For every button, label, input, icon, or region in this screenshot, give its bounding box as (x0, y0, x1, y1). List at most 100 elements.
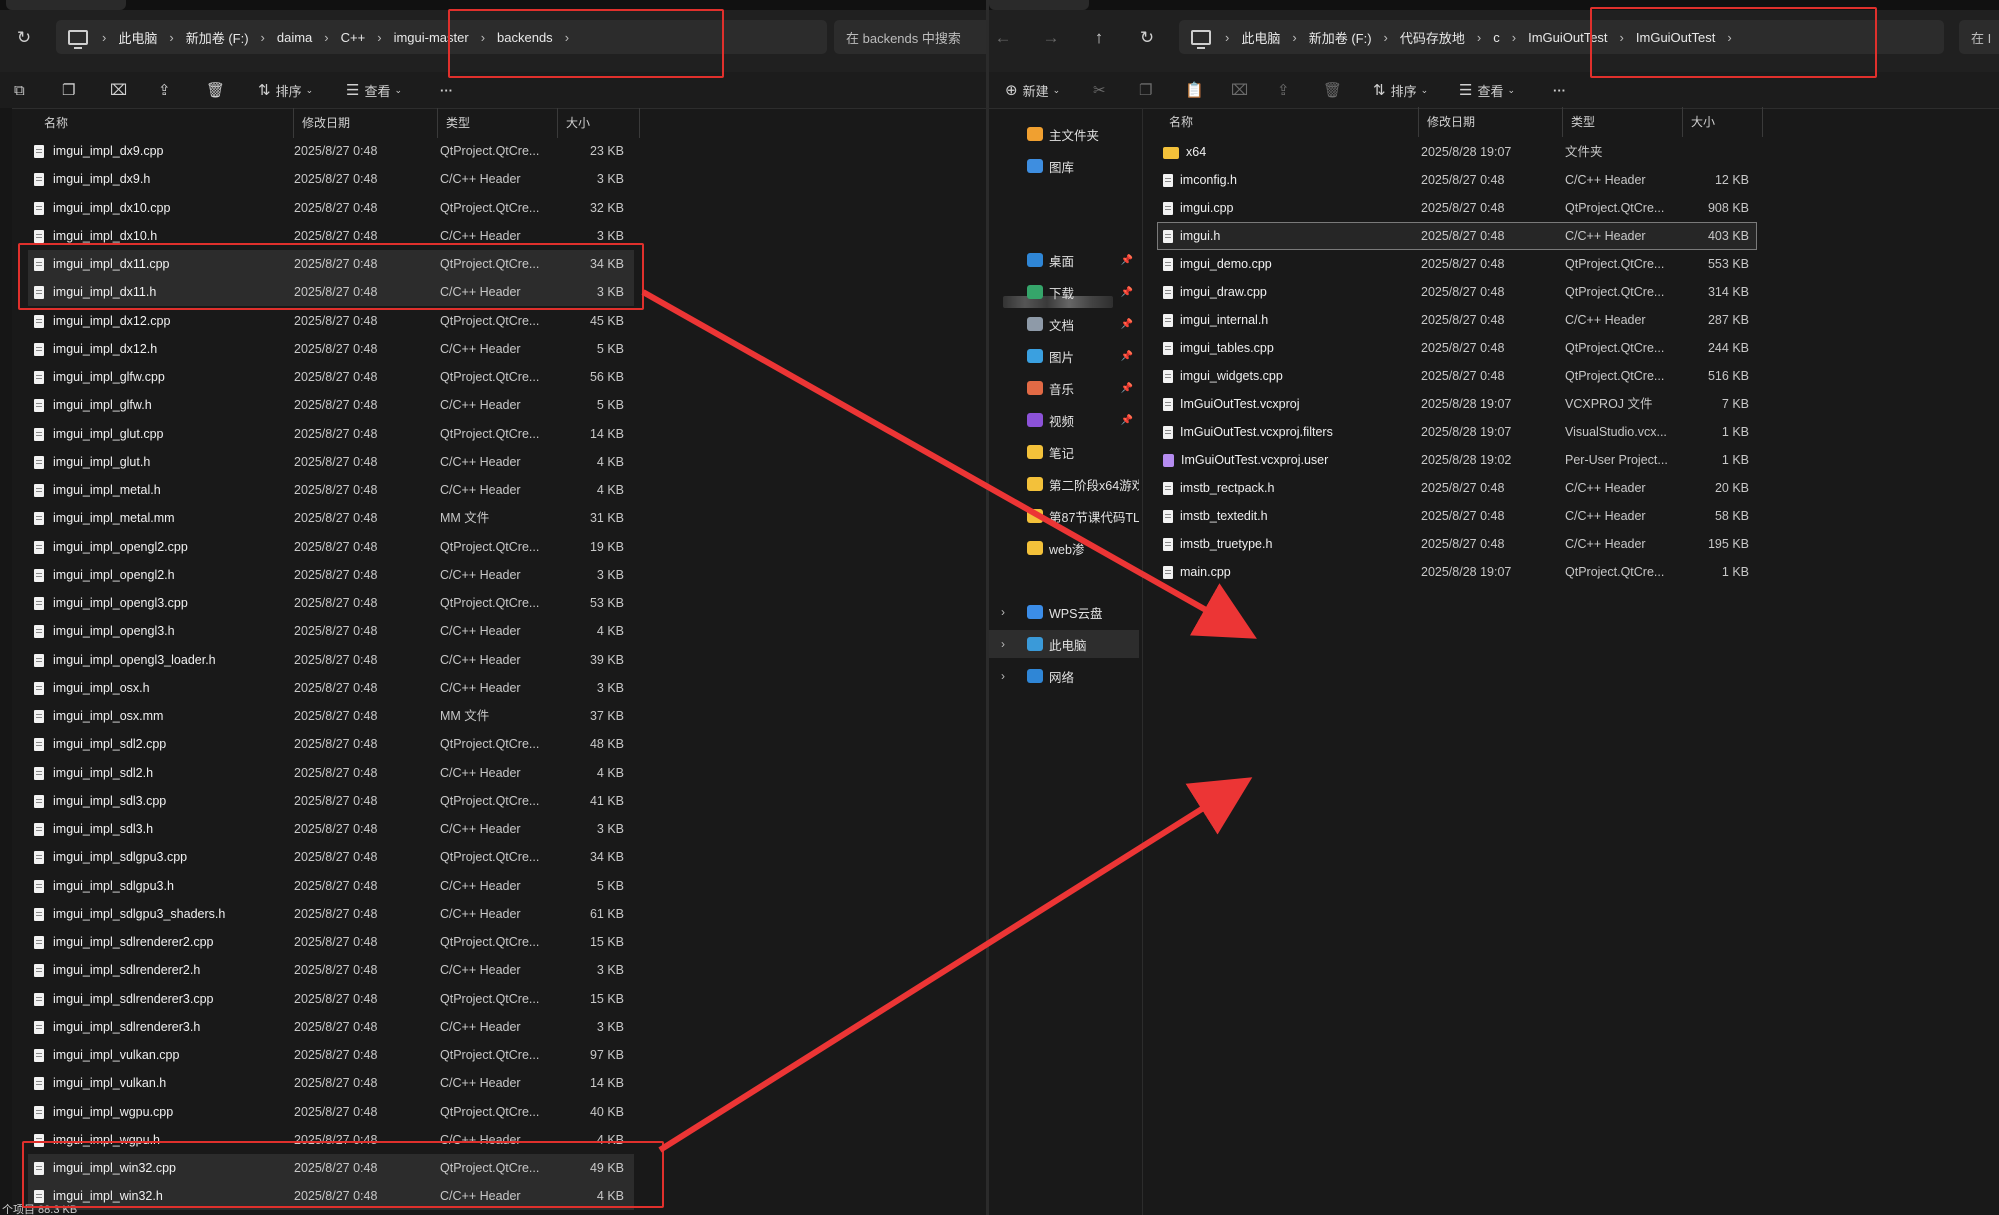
table-row[interactable]: imstb_truetype.h 2025/8/27 0:48 C/C++ Head… (1157, 530, 1757, 558)
table-row[interactable]: imgui_impl_dx10.cpp 2025/8/27 0:48 QtProje… (28, 194, 634, 222)
table-row[interactable]: imgui_impl_dx10.h 2025/8/27 0:48 C/C++ Hea… (28, 222, 634, 250)
more-options-button[interactable]: ··· (1553, 76, 1566, 104)
table-row[interactable]: imgui_impl_sdlgpu3.cpp 2025/8/27 0:48 QtPr… (28, 843, 634, 871)
rename-icon[interactable]: ⌧ (1231, 76, 1253, 104)
table-row[interactable]: imgui_impl_opengl3_loader.h 2025/8/27 0:4… (28, 646, 634, 674)
chevron-right-icon[interactable]: › (561, 30, 573, 45)
table-row[interactable]: imgui_impl_vulkan.h 2025/8/27 0:48 C/C++ H… (28, 1069, 634, 1097)
nav-item[interactable]: web渗 (989, 534, 1139, 562)
sort-button[interactable]: ⇅ 排序 ⌄ (258, 76, 313, 104)
paste-icon[interactable]: 📋 (1185, 76, 1209, 104)
left-breadcrumb[interactable]: › 此电脑 › 新加卷 (F:) › daima › C++ › imgui-master › bac… (56, 20, 827, 54)
table-row[interactable]: imgui_impl_sdlgpu3.h 2025/8/27 0:48 C/C++ … (28, 872, 634, 900)
table-row[interactable]: imgui_impl_osx.h 2025/8/27 0:48 C/C++ Head… (28, 674, 634, 702)
delete-icon[interactable]: 🗑 (206, 76, 230, 104)
breadcrumb-item[interactable]: backends (489, 30, 561, 45)
column-header-date[interactable]: 修改日期 (1419, 107, 1563, 137)
table-row[interactable]: imgui_impl_opengl2.h 2025/8/27 0:48 C/C++ … (28, 561, 634, 589)
table-row[interactable]: imgui_impl_opengl3.h 2025/8/27 0:48 C/C++ … (28, 617, 634, 645)
more-options-button[interactable]: ··· (440, 76, 453, 104)
breadcrumb-item[interactable]: 代码存放地 (1392, 28, 1473, 47)
cut-icon[interactable]: ✂ (1093, 76, 1111, 104)
nav-item[interactable]: 图片 📌 (989, 342, 1139, 370)
right-tab[interactable] (989, 0, 1089, 10)
table-row[interactable]: imconfig.h 2025/8/27 0:48 C/C++ Header 12 K… (1157, 166, 1757, 194)
table-row[interactable]: imgui_impl_glut.h 2025/8/27 0:48 C/C++ Hea… (28, 448, 634, 476)
table-row[interactable]: imgui_impl_dx12.cpp 2025/8/27 0:48 QtProje… (28, 307, 634, 335)
table-row[interactable]: imgui_draw.cpp 2025/8/27 0:48 QtProject.Qt… (1157, 278, 1757, 306)
nav-item[interactable]: › 此电脑 (989, 630, 1139, 658)
table-row[interactable]: ImGuiOutTest.vcxproj.user 2025/8/28 19:02… (1157, 446, 1757, 474)
breadcrumb-item[interactable]: 新加卷 (F:) (1301, 28, 1380, 47)
copy-icon[interactable]: ❐ (62, 76, 80, 104)
table-row[interactable]: imgui_impl_sdlrenderer2.h 2025/8/27 0:48 C… (28, 956, 634, 984)
table-row[interactable]: imgui_impl_dx11.h 2025/8/27 0:48 C/C++ Hea… (28, 278, 634, 307)
table-row[interactable]: imgui.h 2025/8/27 0:48 C/C++ Header 403 KB (1157, 222, 1757, 250)
nav-item[interactable]: 第二阶段x64游戏实 (989, 470, 1139, 498)
table-row[interactable]: imgui_widgets.cpp 2025/8/27 0:48 QtProject… (1157, 362, 1757, 390)
right-search-input[interactable]: 在 I (1959, 20, 1999, 54)
breadcrumb-item[interactable]: c (1485, 30, 1508, 45)
table-row[interactable]: imgui.cpp 2025/8/27 0:48 QtProject.QtCre..… (1157, 194, 1757, 222)
table-row[interactable]: imgui_impl_win32.cpp 2025/8/27 0:48 QtProj… (28, 1154, 634, 1182)
refresh-icon[interactable]: ↻ (10, 24, 38, 52)
column-header-name[interactable]: 名称 (36, 108, 294, 138)
table-row[interactable]: imgui_impl_opengl2.cpp 2025/8/27 0:48 QtPr… (28, 533, 634, 561)
left-search-input[interactable]: 在 backends 中搜索 (834, 20, 986, 54)
breadcrumb-item[interactable]: ImGuiOutTest (1520, 30, 1615, 45)
right-breadcrumb[interactable]: › 此电脑 › 新加卷 (F:) › 代码存放地 › c › ImGuiOutTest › ImGui… (1179, 20, 1944, 54)
sort-button[interactable]: ⇅ 排序 ⌄ (1373, 76, 1428, 104)
table-row[interactable]: imgui_impl_glfw.cpp 2025/8/27 0:48 QtProje… (28, 363, 634, 391)
up-icon[interactable]: ↑ (1085, 24, 1113, 52)
nav-item[interactable]: 文档 📌 (989, 310, 1139, 338)
breadcrumb-item[interactable]: daima (269, 30, 320, 45)
breadcrumb-item[interactable]: 新加卷 (F:) (178, 28, 257, 47)
table-row[interactable]: imgui_tables.cpp 2025/8/27 0:48 QtProject.… (1157, 334, 1757, 362)
left-tab[interactable] (6, 0, 126, 10)
table-row[interactable]: imgui_impl_osx.mm 2025/8/27 0:48 MM 文件 37 K… (28, 702, 634, 730)
column-header-type[interactable]: 类型 (438, 108, 558, 138)
table-row[interactable]: x64 2025/8/28 19:07 文件夹 (1157, 138, 1757, 166)
table-row[interactable]: imgui_impl_sdlrenderer2.cpp 2025/8/27 0:4… (28, 928, 634, 956)
share-icon[interactable]: ⇪ (1277, 76, 1295, 104)
nav-item[interactable]: 视频 📌 (989, 406, 1139, 434)
table-row[interactable]: imgui_impl_glfw.h 2025/8/27 0:48 C/C++ Hea… (28, 391, 634, 419)
table-row[interactable]: imgui_impl_sdlrenderer3.cpp 2025/8/27 0:4… (28, 985, 634, 1013)
copy-icon[interactable]: ❐ (1139, 76, 1157, 104)
table-row[interactable]: imgui_internal.h 2025/8/27 0:48 C/C++ Head… (1157, 306, 1757, 334)
table-row[interactable]: imgui_impl_sdlgpu3_shaders.h 2025/8/27 0:… (28, 900, 634, 928)
breadcrumb-item[interactable]: imgui-master (386, 30, 477, 45)
chevron-right-icon[interactable]: › (1001, 605, 1005, 619)
table-row[interactable]: imgui_impl_sdl3.cpp 2025/8/27 0:48 QtProje… (28, 787, 634, 815)
table-row[interactable]: imgui_impl_dx9.cpp 2025/8/27 0:48 QtProjec… (28, 137, 634, 165)
nav-item[interactable]: 图库 (989, 152, 1139, 180)
table-row[interactable]: imgui_impl_opengl3.cpp 2025/8/27 0:48 QtPr… (28, 589, 634, 617)
nav-item[interactable]: › 网络 (989, 662, 1139, 690)
table-row[interactable]: imgui_impl_dx12.h 2025/8/27 0:48 C/C++ Hea… (28, 335, 634, 363)
nav-item[interactable]: 下载 📌 (989, 278, 1139, 306)
new-button[interactable]: ⊕ 新建 ⌄ (1005, 76, 1060, 104)
nav-item[interactable]: › WPS云盘 (989, 598, 1139, 626)
nav-item[interactable]: 主文件夹 (989, 120, 1139, 148)
back-icon[interactable]: ← (989, 24, 1017, 52)
table-row[interactable]: imgui_impl_dx9.h 2025/8/27 0:48 C/C++ Head… (28, 165, 634, 193)
table-row[interactable]: imstb_textedit.h 2025/8/27 0:48 C/C++ Head… (1157, 502, 1757, 530)
column-header-type[interactable]: 类型 (1563, 107, 1683, 137)
nav-item[interactable]: 音乐 📌 (989, 374, 1139, 402)
table-row[interactable]: imstb_rectpack.h 2025/8/27 0:48 C/C++ Head… (1157, 474, 1757, 502)
table-row[interactable]: ImGuiOutTest.vcxproj.filters 2025/8/28 19… (1157, 418, 1757, 446)
view-button[interactable]: ☰ 查看 ⌄ (346, 76, 402, 104)
column-header-size[interactable]: 大小 (558, 108, 640, 138)
view-button[interactable]: ☰ 查看 ⌄ (1459, 76, 1515, 104)
chevron-right-icon[interactable]: › (1001, 669, 1005, 683)
table-row[interactable]: imgui_impl_win32.h 2025/8/27 0:48 C/C++ He… (28, 1182, 634, 1211)
forward-icon[interactable]: → (1037, 24, 1065, 52)
breadcrumb-item[interactable]: 此电脑 (1233, 28, 1288, 47)
table-row[interactable]: imgui_impl_metal.mm 2025/8/27 0:48 MM 文件 31… (28, 504, 634, 532)
table-row[interactable]: main.cpp 2025/8/28 19:07 QtProject.QtCre..… (1157, 558, 1757, 586)
rename-icon[interactable]: ⌧ (110, 76, 132, 104)
nav-item[interactable]: 第87节课代码TLx6 (989, 502, 1139, 530)
breadcrumb-item[interactable]: C++ (333, 30, 374, 45)
table-row[interactable]: imgui_impl_sdl2.h 2025/8/27 0:48 C/C++ Hea… (28, 759, 634, 787)
column-header-size[interactable]: 大小 (1683, 107, 1763, 137)
